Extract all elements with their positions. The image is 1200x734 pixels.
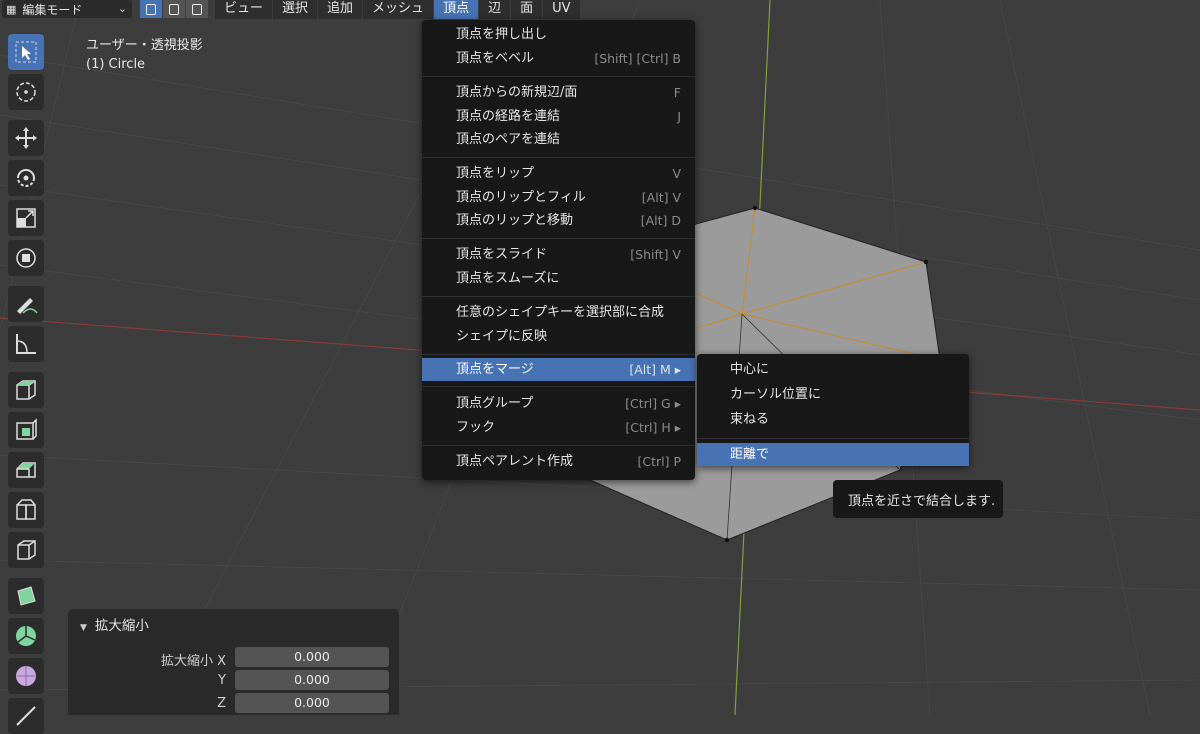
transform-icon <box>16 248 36 268</box>
object-name: (1) Circle <box>86 57 146 72</box>
menu-vertex[interactable]: 頂点 <box>434 0 479 19</box>
bevel-tool[interactable] <box>8 492 44 528</box>
move-tool[interactable] <box>8 120 44 156</box>
measure-icon <box>16 334 36 354</box>
operator-panel-title: 拡大縮小 <box>94 618 149 634</box>
face-select-icon <box>192 3 202 15</box>
extrude-tool[interactable] <box>8 412 44 448</box>
rotate-icon <box>17 169 35 187</box>
loop-cut-tool[interactable] <box>8 532 44 568</box>
menu-edge[interactable]: 辺 <box>479 0 511 19</box>
cursor-icon <box>16 82 36 102</box>
header-bar: ▦ 編集モード ⌄ ビュー 選択 追加 メッシュ 頂点 辺 面 UV <box>0 0 1200 19</box>
merge-item-collapse[interactable]: 束ねる <box>697 408 969 431</box>
menu-item-rip-vertices[interactable]: 頂点をリップ V <box>422 162 695 185</box>
smooth-icon <box>16 666 36 686</box>
menu-item-new-edge-face[interactable]: 頂点からの新規辺/面 F <box>422 81 695 104</box>
menu-item-hooks[interactable]: フック [Ctrl] H ▸ <box>422 416 695 439</box>
rotate-tool[interactable] <box>8 160 44 196</box>
operator-panel-header[interactable]: ▼ 拡大縮小 <box>80 614 149 634</box>
mode-dropdown[interactable]: ▦ 編集モード ⌄ <box>2 0 132 18</box>
poly-build-tool[interactable] <box>8 578 44 614</box>
inset-tool[interactable] <box>8 452 44 488</box>
edge-select-icon <box>169 3 179 15</box>
collapse-triangle-icon: ▼ <box>80 623 87 633</box>
menu-select[interactable]: 選択 <box>273 0 318 19</box>
merge-submenu: 中心に カーソル位置に 束ねる 距離で <box>697 354 969 466</box>
select-box-tool[interactable] <box>8 34 44 70</box>
menu-item-smooth-vertices[interactable]: 頂点をスムーズに <box>422 267 695 290</box>
annotate-tool[interactable] <box>8 286 44 322</box>
smooth-tool[interactable] <box>8 658 44 694</box>
menu-mesh[interactable]: メッシュ <box>363 0 434 19</box>
edge-select-button[interactable] <box>163 0 185 18</box>
bevel-icon <box>16 499 36 520</box>
shrink-fatten-tool[interactable] <box>8 698 44 734</box>
menu-item-extrude-vertices[interactable]: 頂点を押し出し <box>422 23 695 46</box>
scale-z-label: Z <box>217 696 226 711</box>
merge-item-at-center[interactable]: 中心に <box>697 358 969 381</box>
menu-item-rip-extend[interactable]: 頂点のリップと移動 [Alt] D <box>422 209 695 232</box>
menu-item-make-vertex-parent[interactable]: 頂点ペアレント作成 [Ctrl] P <box>422 450 695 473</box>
menu-item-connect-path[interactable]: 頂点の経路を連結 J <box>422 105 695 128</box>
menu-view[interactable]: ビュー <box>215 0 273 19</box>
tooltip: 頂点を近さで結合します. <box>833 480 1003 518</box>
menu-add[interactable]: 追加 <box>318 0 363 19</box>
menu-item-connect-pairs[interactable]: 頂点のペアを連結 <box>422 128 695 151</box>
view-name: ユーザー・透視投影 <box>86 38 203 53</box>
spin-tool[interactable] <box>8 618 44 654</box>
spin-icon <box>16 626 36 646</box>
select-box-icon <box>15 41 37 63</box>
menu-item-merge-vertices[interactable]: 頂点をマージ [Alt] M ▸ <box>422 358 695 381</box>
inset-faces-icon <box>16 462 36 478</box>
poly-build-icon <box>17 586 36 606</box>
cursor-tool[interactable] <box>8 74 44 110</box>
menu-face[interactable]: 面 <box>511 0 543 19</box>
move-icon <box>15 127 37 149</box>
select-mode-group <box>140 0 209 18</box>
menu-bar: ビュー 選択 追加 メッシュ 頂点 辺 面 UV <box>215 0 581 19</box>
merge-item-at-cursor[interactable]: カーソル位置に <box>697 383 969 406</box>
merge-item-by-distance[interactable]: 距離で <box>697 443 969 466</box>
add-cube-tool[interactable] <box>8 372 44 408</box>
chevron-down-icon: ⌄ <box>117 2 127 15</box>
scale-x-field[interactable]: 0.000 <box>235 647 389 667</box>
annotate-icon <box>17 298 38 314</box>
scale-z-field[interactable]: 0.000 <box>235 693 389 713</box>
menu-uv[interactable]: UV <box>543 0 580 19</box>
menu-item-propagate-shape[interactable]: シェイプに反映 <box>422 325 695 348</box>
mode-icon: ▦ <box>6 2 17 16</box>
scale-x-label: 拡大縮小 X <box>160 654 226 669</box>
scale-tool[interactable] <box>8 200 44 236</box>
menu-item-vertex-groups[interactable]: 頂点グループ [Ctrl] G ▸ <box>422 392 695 415</box>
menu-item-slide-vertices[interactable]: 頂点をスライド [Shift] V <box>422 243 695 266</box>
operator-panel: ▼ 拡大縮小 拡大縮小 X 0.000 Y 0.000 Z 0.000 <box>68 609 399 715</box>
transform-tool[interactable] <box>8 240 44 276</box>
vertex-menu: 頂点を押し出し 頂点をベベル [Shift] [Ctrl] B 頂点からの新規辺/… <box>422 20 695 480</box>
face-select-button[interactable] <box>186 0 208 18</box>
add-cube-icon <box>16 380 36 400</box>
scale-y-label: Y <box>218 673 226 688</box>
vertex-select-button[interactable] <box>140 0 162 18</box>
mode-label: 編集モード <box>22 2 83 17</box>
scale-y-field[interactable]: 0.000 <box>235 670 389 690</box>
menu-item-bevel-vertices[interactable]: 頂点をベベル [Shift] [Ctrl] B <box>422 47 695 70</box>
menu-item-blend-shape[interactable]: 任意のシェイプキーを選択部に合成 <box>422 301 695 324</box>
measure-tool[interactable] <box>8 326 44 362</box>
scale-icon <box>16 208 36 228</box>
vertex-select-icon <box>146 3 156 15</box>
extrude-region-icon <box>16 418 37 440</box>
menu-item-rip-fill[interactable]: 頂点のリップとフィル [Alt] V <box>422 186 695 209</box>
loop-cut-icon <box>17 540 36 560</box>
shrink-fatten-icon <box>16 706 36 726</box>
